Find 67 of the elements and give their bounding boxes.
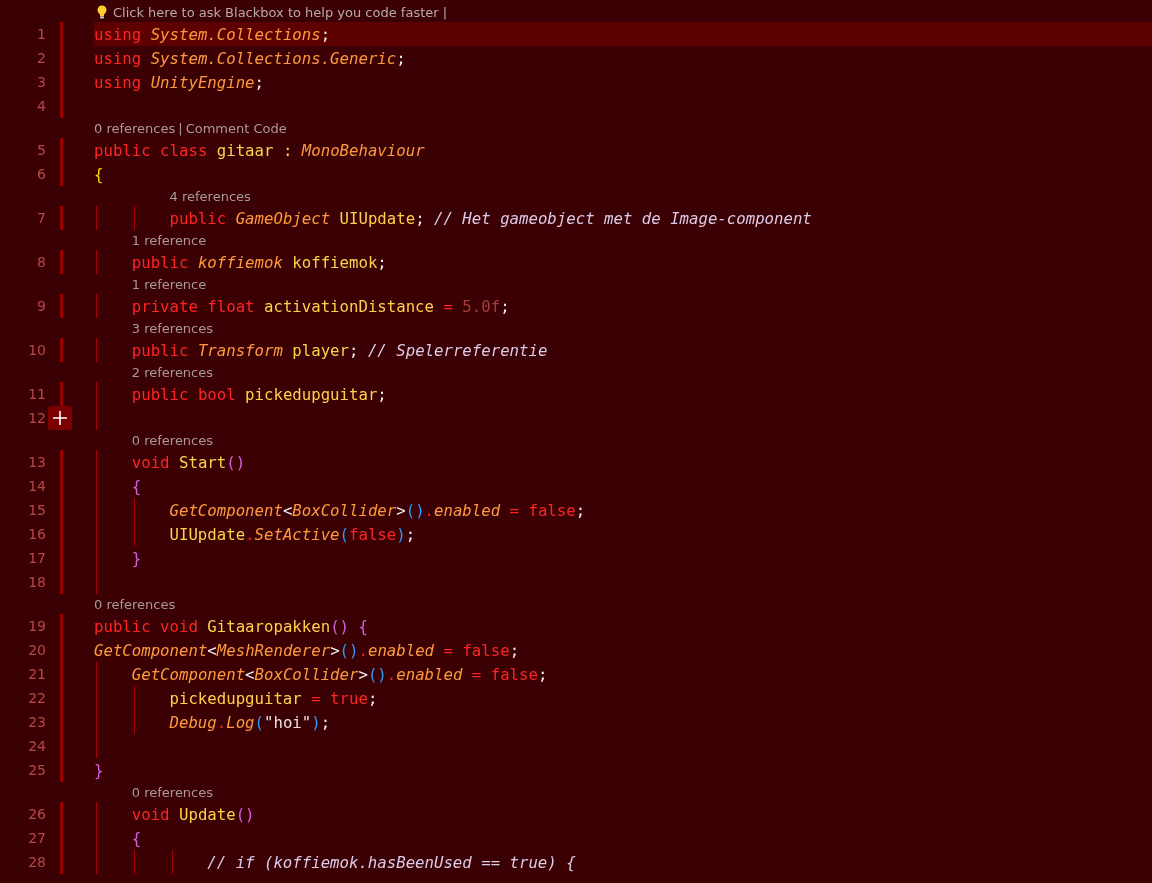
line-number: 24 bbox=[27, 738, 46, 754]
line-number: 1 bbox=[36, 26, 46, 42]
code-line: GetComponent<MeshRenderer>().enabled = false; bbox=[94, 640, 520, 660]
line-number: 21 bbox=[27, 666, 46, 682]
line-number: 8 bbox=[36, 254, 46, 270]
code-line: public bool pickedupguitar; bbox=[131, 384, 387, 404]
code-line: void Start() bbox=[131, 452, 246, 472]
line-number: 13 bbox=[27, 454, 46, 470]
line-number: 15 bbox=[27, 502, 46, 518]
code-line: public koffiemok koffiemok; bbox=[131, 252, 387, 272]
line-number: 4 bbox=[36, 98, 46, 114]
line-number: 11 bbox=[27, 386, 46, 402]
line-number: 20 bbox=[27, 642, 46, 658]
line-number: 18 bbox=[27, 574, 46, 590]
code-line: GetComponent<BoxCollider>().enabled = false; bbox=[131, 664, 548, 684]
codelens-link[interactable]: 0 references bbox=[94, 120, 176, 136]
code-line: Debug.Log("hoi"); bbox=[169, 712, 331, 732]
code-line: using UnityEngine; bbox=[94, 72, 265, 92]
code-line: } bbox=[131, 548, 142, 568]
line-number: 7 bbox=[36, 210, 46, 226]
codelens-link[interactable]: 4 references bbox=[169, 188, 251, 204]
line-number: 26 bbox=[27, 806, 46, 822]
code-line: { bbox=[131, 828, 142, 848]
codelens-link[interactable]: 0 references bbox=[131, 432, 214, 448]
line-number: 9 bbox=[36, 298, 46, 314]
line-number: 12 bbox=[27, 410, 46, 426]
code-line: } bbox=[94, 760, 104, 780]
line-number: 14 bbox=[27, 478, 46, 494]
line-number: 3 bbox=[36, 74, 46, 90]
codelens-link[interactable]: 1 reference bbox=[131, 232, 207, 248]
line-number: 23 bbox=[27, 714, 46, 730]
code-line: using System.Collections; bbox=[94, 24, 331, 44]
code-line: void Update() bbox=[131, 804, 255, 824]
line-number: 27 bbox=[27, 830, 46, 846]
code-line: private float activationDistance = 5.0f; bbox=[131, 296, 510, 316]
ai-hint-link[interactable]: Click here to ask Blackbox to help you code faster | bbox=[113, 4, 448, 20]
add-line-button[interactable] bbox=[48, 406, 72, 430]
plus-icon bbox=[52, 410, 68, 426]
line-number: 2 bbox=[36, 50, 46, 66]
line-number: 19 bbox=[27, 618, 46, 634]
code-line: public Transform player; // Spelerreferentie bbox=[131, 340, 548, 360]
codelens-link[interactable]: 3 references bbox=[131, 320, 214, 336]
code-line: public GameObject UIUpdate; // Het gameobject met de Image-component bbox=[169, 208, 812, 228]
codelens-link[interactable]: 0 references bbox=[94, 596, 176, 612]
line-number: 16 bbox=[27, 526, 46, 542]
codelens-link[interactable]: 0 references bbox=[131, 784, 214, 800]
codelens-link[interactable]: 1 reference bbox=[131, 276, 207, 292]
separator: | bbox=[177, 120, 184, 136]
line-number: 28 bbox=[27, 854, 46, 870]
line-number: 6 bbox=[36, 166, 46, 182]
codelens-link[interactable]: 2 references bbox=[131, 364, 214, 380]
line-number: 17 bbox=[27, 550, 46, 566]
code-line: pickedupguitar = true; bbox=[169, 688, 378, 708]
line-number: 5 bbox=[36, 142, 46, 158]
line-number: 22 bbox=[27, 690, 46, 706]
line-number: 10 bbox=[27, 342, 46, 358]
code-line: UIUpdate.SetActive(false); bbox=[169, 524, 416, 544]
code-line: using System.Collections.Generic; bbox=[94, 48, 406, 68]
lightbulb-icon bbox=[97, 5, 107, 19]
code-line: public class gitaar : MonoBehaviour bbox=[94, 140, 425, 160]
code-line: { bbox=[131, 476, 142, 496]
codelens-link[interactable]: Comment Code bbox=[185, 120, 287, 136]
line-number: 25 bbox=[27, 762, 46, 778]
code-line: GetComponent<BoxCollider>().enabled = false; bbox=[169, 500, 586, 520]
code-line: public void Gitaaropakken() { bbox=[94, 616, 368, 636]
code-line: // if (koffiemok.hasBeenUsed == true) { bbox=[207, 852, 576, 872]
code-line: { bbox=[94, 164, 104, 184]
